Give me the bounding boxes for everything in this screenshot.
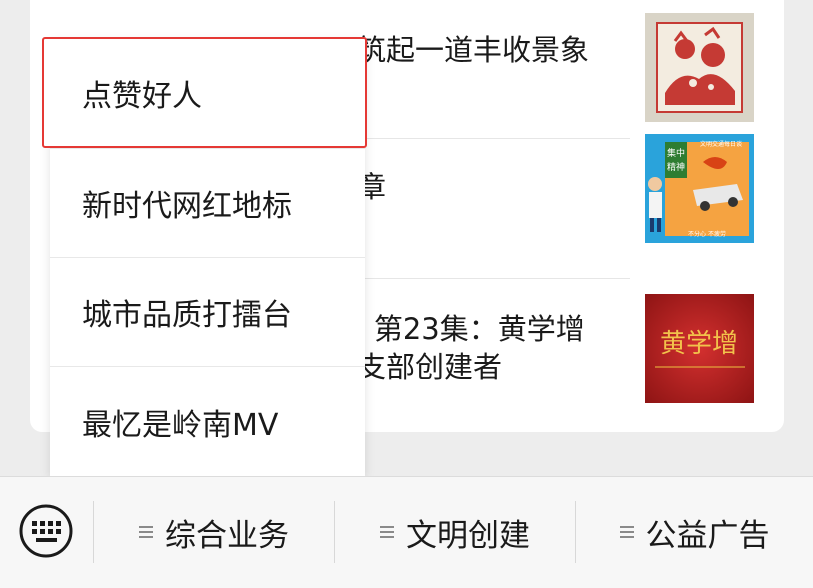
article-title: 筑起一道丰收景象	[357, 33, 590, 67]
menu-item-chengshi-pinzhi-daleitai[interactable]: 城市品质打擂台	[50, 258, 365, 367]
traffic-safety-poster-thumbnail: 集中 精神 文明交通每日谈 不分心 不疲劳	[645, 134, 754, 243]
tab-label: 公益广告	[645, 517, 770, 554]
paper-cut-art-thumbnail	[645, 13, 754, 122]
menu-lines-icon	[139, 523, 153, 541]
keyboard-icon	[19, 504, 73, 558]
thumb-badge-line1: 集中	[667, 147, 685, 159]
tab-label: 文明创建	[406, 517, 530, 554]
menu-lines-icon	[619, 523, 634, 541]
keyboard-toggle-button[interactable]	[18, 503, 74, 559]
thumb-header-text: 文明交通每日谈	[700, 140, 742, 148]
menu-item-highlighted[interactable]: 点赞好人	[42, 37, 367, 148]
thumb-footer-text: 不分心 不疲劳	[688, 230, 726, 238]
red-calligraphy-thumbnail: 黄学增	[645, 294, 754, 403]
tab-zonghe-yewu[interactable]: 综合业务	[94, 507, 334, 557]
article-title-line2: 支部创建者	[357, 350, 503, 384]
tab-gongyi-guanggao[interactable]: 公益广告	[576, 507, 813, 557]
menu-item-xinshidai-wanghong-dibiao[interactable]: 新时代网红地标	[50, 149, 365, 258]
article-title: › 第23集：黄学增	[353, 312, 585, 346]
wechat-official-account-page: 筑起一道丰收景象 章 集中 精神 文明交通每日谈 不分心 不疲劳 › 第23集：…	[0, 0, 813, 588]
menu-lines-icon	[380, 523, 394, 541]
thumb-badge-line2: 精神	[667, 161, 685, 173]
bottom-menu-bar: 综合业务 文明创建 公益广告	[0, 476, 813, 588]
menu-item-zuiyi-shi-lingnan-mv[interactable]: 最忆是岭南MV	[50, 367, 365, 476]
tab-label: 综合业务	[165, 517, 289, 554]
thumb-calligraphy-text: 黄学增	[660, 329, 738, 359]
tab-wenming-chuangjian[interactable]: 文明创建	[335, 507, 575, 557]
